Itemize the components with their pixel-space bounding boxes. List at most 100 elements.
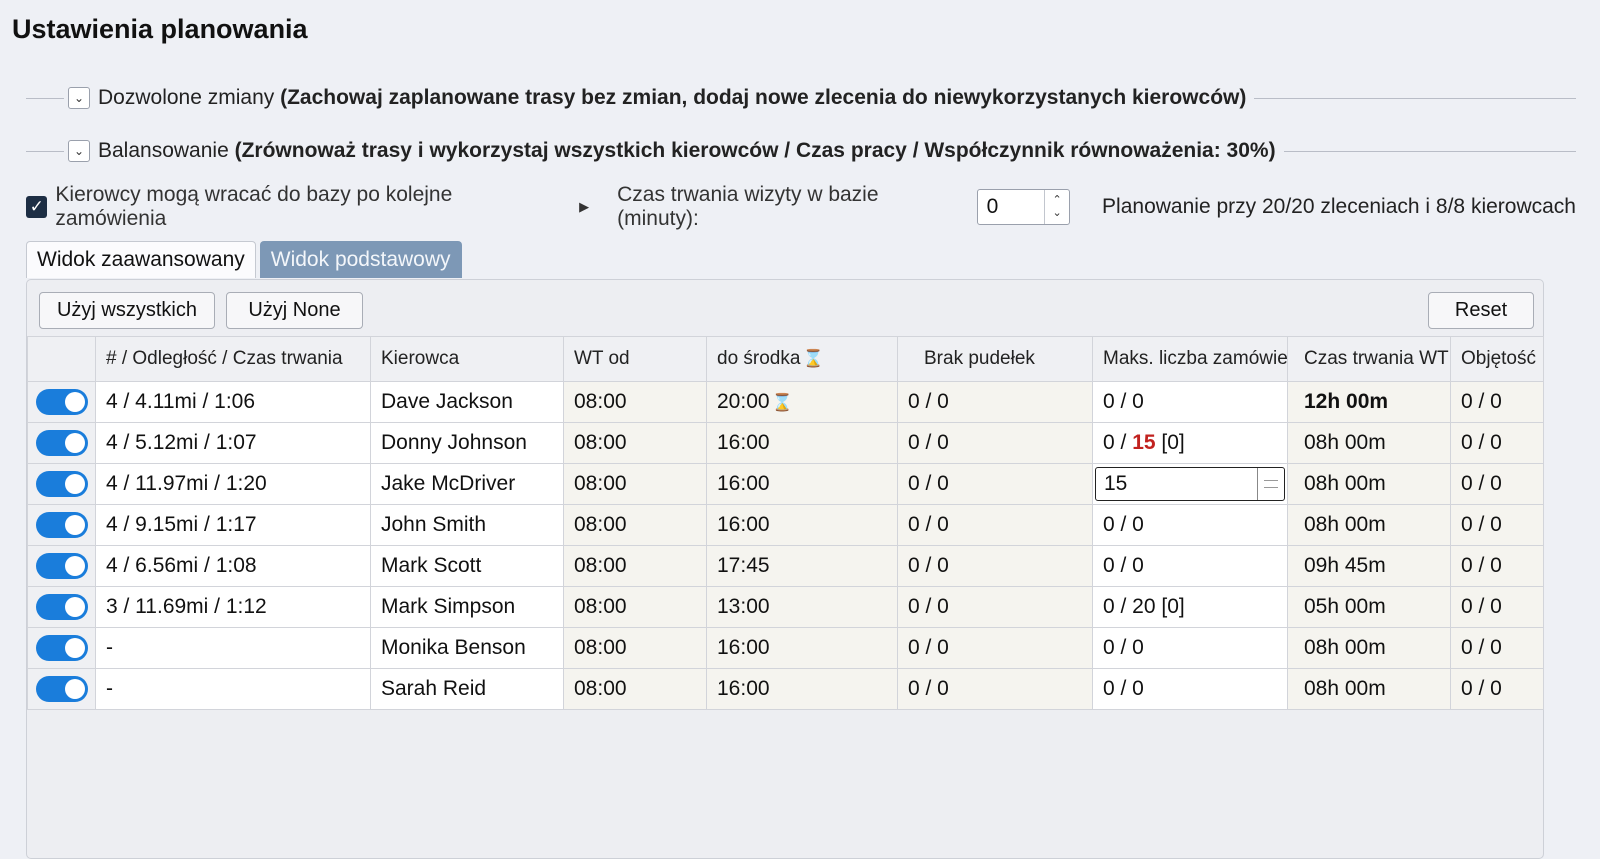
distance-cell: 3 / 11.69mi / 1:12 xyxy=(95,586,371,628)
visit-duration-input[interactable]: 0 ⌃ ⌄ xyxy=(976,189,1071,225)
driver-toggle[interactable] xyxy=(35,430,88,456)
distance-cell: 4 / 11.97mi / 1:20 xyxy=(95,463,371,505)
missing-boxes-cell: 0 / 0 xyxy=(897,463,1093,505)
chevron-down-icon[interactable]: ⌄ xyxy=(68,87,90,109)
driver-cell: Jake McDriver xyxy=(370,463,564,505)
wt-from-cell[interactable]: 08:00 xyxy=(563,381,707,423)
chevron-down-icon[interactable]: ⌄ xyxy=(1052,207,1061,220)
visit-duration-stepper[interactable]: ⌃ ⌄ xyxy=(1044,190,1069,224)
table-row: 3 / 11.69mi / 1:12 Mark Simpson 08:00 13… xyxy=(27,586,1544,628)
page-title: Ustawienia planowania xyxy=(12,14,308,44)
max-orders-cell[interactable]: 0 / 0 xyxy=(1092,504,1288,546)
tab-basic-view[interactable]: Widok podstawowy xyxy=(259,241,462,278)
row-toggle-cell xyxy=(27,463,96,505)
max-orders-input-value[interactable]: 15 xyxy=(1096,472,1257,496)
driver-toggle[interactable] xyxy=(35,471,88,497)
to-center-cell[interactable]: 16:00 xyxy=(706,668,898,710)
to-center-cell[interactable]: 16:00 xyxy=(706,463,898,505)
distance-cell: 4 / 6.56mi / 1:08 xyxy=(95,545,371,587)
header-to-center[interactable]: do środka ⌛ xyxy=(706,336,898,382)
max-orders-cell[interactable]: 0 / 0 xyxy=(1092,627,1288,669)
driver-toggle[interactable] xyxy=(35,594,88,620)
wt-from-cell[interactable]: 08:00 xyxy=(563,545,707,587)
volume-cell: 0 / 0 xyxy=(1450,463,1544,505)
wt-duration-cell: 05h 00m xyxy=(1287,586,1451,628)
volume-cell: 0 / 0 xyxy=(1450,586,1544,628)
max-orders-cell[interactable]: 0 / 0 xyxy=(1092,381,1288,423)
use-none-button[interactable]: Użyj None xyxy=(226,292,363,329)
return-to-base-checkbox[interactable]: ✓ xyxy=(26,196,48,218)
divider xyxy=(1254,97,1576,99)
drivers-panel: Użyj wszystkich Użyj None Reset # / Odle… xyxy=(26,279,1544,859)
max-orders-cell[interactable]: 0 / 20 [0] xyxy=(1092,586,1288,628)
max-orders-cell[interactable]: 0 / 0 xyxy=(1092,668,1288,710)
driver-toggle[interactable] xyxy=(35,553,88,579)
visit-duration-label: Czas trwania wizyty w bazie (minuty): xyxy=(617,183,879,230)
to-center-cell[interactable]: 16:00 xyxy=(706,504,898,546)
section-allowed-changes[interactable]: ⌄ Dozwolone zmiany (Zachowaj zaplanowane… xyxy=(26,82,1576,114)
wt-from-cell[interactable]: 08:00 xyxy=(563,504,707,546)
driver-toggle[interactable] xyxy=(35,389,88,415)
header-volume[interactable]: Objętość xyxy=(1450,336,1544,382)
tab-advanced-view[interactable]: Widok zaawansowany xyxy=(26,241,256,278)
distance-cell: 4 / 9.15mi / 1:17 xyxy=(95,504,371,546)
wt-from-cell[interactable]: 08:00 xyxy=(563,668,707,710)
max-orders-cell[interactable]: 0 / 15 [0] xyxy=(1092,422,1288,464)
options-row: ✓ Kierowcy mogą wracać do bazy po kolejn… xyxy=(26,183,1576,230)
wt-from-cell[interactable]: 08:00 xyxy=(563,586,707,628)
row-toggle-cell xyxy=(27,545,96,587)
header-wt-from[interactable]: WT od xyxy=(563,336,707,382)
to-center-cell[interactable]: 16:00 xyxy=(706,422,898,464)
toggle-knob xyxy=(64,433,85,453)
wt-duration-cell: 08h 00m xyxy=(1287,422,1451,464)
triangle-right-icon[interactable]: ▶ xyxy=(579,199,589,215)
hourglass-icon: ⌛ xyxy=(802,349,824,368)
view-tabs: Widok zaawansowany Widok podstawowy xyxy=(26,241,466,278)
header-wt-duration[interactable]: Czas trwania WT xyxy=(1287,336,1451,382)
section-balancing-text: Balansowanie (Zrównoważ trasy i wykorzys… xyxy=(98,139,1276,163)
to-center-cell[interactable]: 20:00 ⌛ xyxy=(706,381,898,423)
driver-cell: Mark Simpson xyxy=(370,586,564,628)
header-distance[interactable]: # / Odległość / Czas trwania xyxy=(95,336,371,382)
to-center-cell[interactable]: 16:00 xyxy=(706,627,898,669)
wt-from-cell[interactable]: 08:00 xyxy=(563,422,707,464)
driver-cell: Mark Scott xyxy=(370,545,564,587)
missing-boxes-cell: 0 / 0 xyxy=(897,504,1093,546)
section-allowed-changes-text: Dozwolone zmiany (Zachowaj zaplanowane t… xyxy=(98,86,1246,110)
use-all-button[interactable]: Użyj wszystkich xyxy=(39,292,215,329)
max-orders-input[interactable]: 15 xyxy=(1095,467,1285,501)
section-balancing[interactable]: ⌄ Balansowanie (Zrównoważ trasy i wykorz… xyxy=(26,135,1576,167)
toggle-knob xyxy=(64,556,85,576)
reset-button[interactable]: Reset xyxy=(1428,292,1534,329)
visit-duration-value[interactable]: 0 xyxy=(978,195,1044,219)
wt-from-cell[interactable]: 08:00 xyxy=(563,627,707,669)
to-center-cell[interactable]: 13:00 xyxy=(706,586,898,628)
header-driver[interactable]: Kierowca xyxy=(370,336,564,382)
toggle-knob xyxy=(64,679,85,699)
driver-toggle[interactable] xyxy=(35,635,88,661)
row-toggle-cell xyxy=(27,422,96,464)
header-max-orders[interactable]: Maks. liczba zamówień xyxy=(1092,336,1288,382)
checkmark-icon: ✓ xyxy=(29,197,44,216)
max-orders-cell: 15 xyxy=(1092,463,1288,505)
missing-boxes-cell: 0 / 0 xyxy=(897,381,1093,423)
volume-cell: 0 / 0 xyxy=(1450,627,1544,669)
chevron-up-icon[interactable]: ⌃ xyxy=(1052,194,1061,207)
wt-from-cell[interactable]: 08:00 xyxy=(563,463,707,505)
driver-toggle[interactable] xyxy=(35,676,88,702)
row-toggle-cell xyxy=(27,381,96,423)
driver-toggle[interactable] xyxy=(35,512,88,538)
wt-duration-cell: 08h 00m xyxy=(1287,463,1451,505)
to-center-value: 20:00 xyxy=(717,390,770,413)
wt-duration-cell: 08h 00m xyxy=(1287,504,1451,546)
max-orders-stepper[interactable] xyxy=(1257,468,1284,500)
driver-cell: Sarah Reid xyxy=(370,668,564,710)
chevron-down-icon[interactable]: ⌄ xyxy=(68,140,90,162)
header-missing-boxes[interactable]: Brak pudełek xyxy=(897,336,1093,382)
volume-cell: 0 / 0 xyxy=(1450,422,1544,464)
table-row: 4 / 11.97mi / 1:20 Jake McDriver 08:00 1… xyxy=(27,463,1544,505)
to-center-cell[interactable]: 17:45 xyxy=(706,545,898,587)
table-row: 4 / 6.56mi / 1:08 Mark Scott 08:00 17:45… xyxy=(27,545,1544,587)
distance-cell: 4 / 4.11mi / 1:06 xyxy=(95,381,371,423)
max-orders-cell[interactable]: 0 / 0 xyxy=(1092,545,1288,587)
